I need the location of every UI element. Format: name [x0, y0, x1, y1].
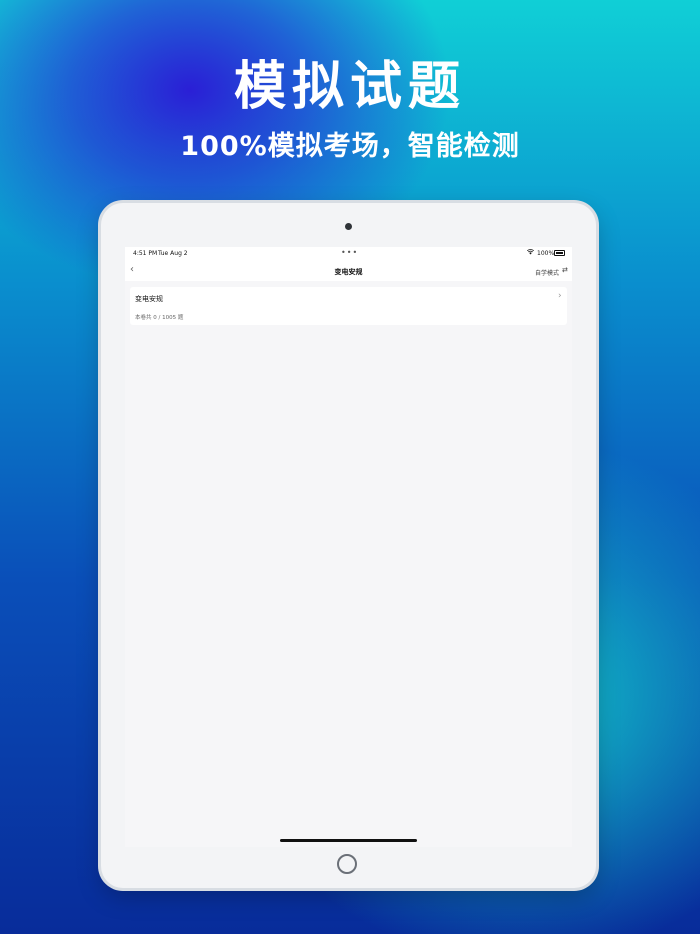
- status-bar: 4:51 PM Tue Aug 2 ••• 100%: [125, 247, 572, 261]
- list-item-count: 本卷共 0 / 1005 题: [135, 315, 184, 321]
- home-button[interactable]: [337, 854, 357, 874]
- page-title: 变电安规: [334, 268, 363, 276]
- tablet-device: 4:51 PM Tue Aug 2 ••• 100% ‹ 变电安规 自学模式 ⇄…: [101, 203, 596, 888]
- swap-icon[interactable]: ⇄: [562, 266, 568, 274]
- status-date: Tue Aug 2: [158, 250, 188, 257]
- wifi-icon: [526, 249, 535, 257]
- promo-subline: 100%模拟考场，智能检测: [180, 131, 520, 162]
- battery-percent: 100%: [537, 250, 555, 257]
- promo-headline: 模拟试题: [233, 57, 466, 117]
- home-indicator[interactable]: [280, 839, 417, 842]
- nav-bar: ‹ 变电安规 自学模式 ⇄: [125, 261, 572, 281]
- status-time: 4:51 PM: [133, 250, 158, 257]
- mode-toggle-label[interactable]: 自学模式: [535, 268, 559, 277]
- battery-icon: [554, 250, 565, 256]
- list-item[interactable]: 变电安规 › 本卷共 0 / 1005 题: [130, 287, 567, 325]
- list-item-name: 变电安规: [135, 295, 163, 303]
- app-screen: 4:51 PM Tue Aug 2 ••• 100% ‹ 变电安规 自学模式 ⇄…: [125, 247, 572, 847]
- chevron-right-icon: ›: [558, 291, 562, 301]
- camera: [345, 223, 352, 230]
- multitask-dots[interactable]: •••: [341, 248, 358, 257]
